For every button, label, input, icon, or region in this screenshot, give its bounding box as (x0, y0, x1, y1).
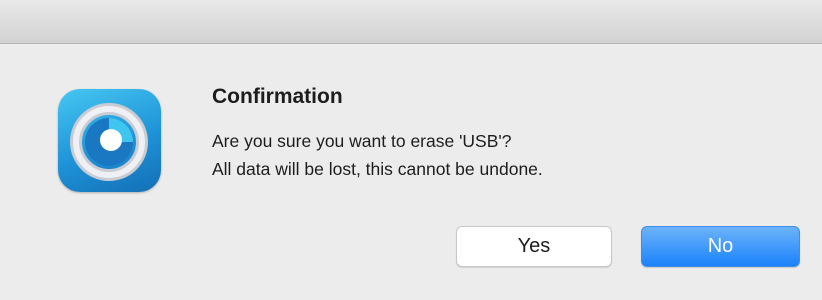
message-line-2: All data will be lost, this cannot be un… (212, 159, 543, 179)
dialog-message: Are you sure you want to erase 'USB'? Al… (212, 127, 543, 183)
app-disc-icon (58, 89, 161, 192)
message-line-1: Are you sure you want to erase 'USB'? (212, 131, 512, 151)
yes-button[interactable]: Yes (456, 226, 612, 267)
dialog-title: Confirmation (212, 85, 343, 108)
no-button[interactable]: No (641, 226, 800, 267)
window-titlebar[interactable] (0, 0, 822, 44)
